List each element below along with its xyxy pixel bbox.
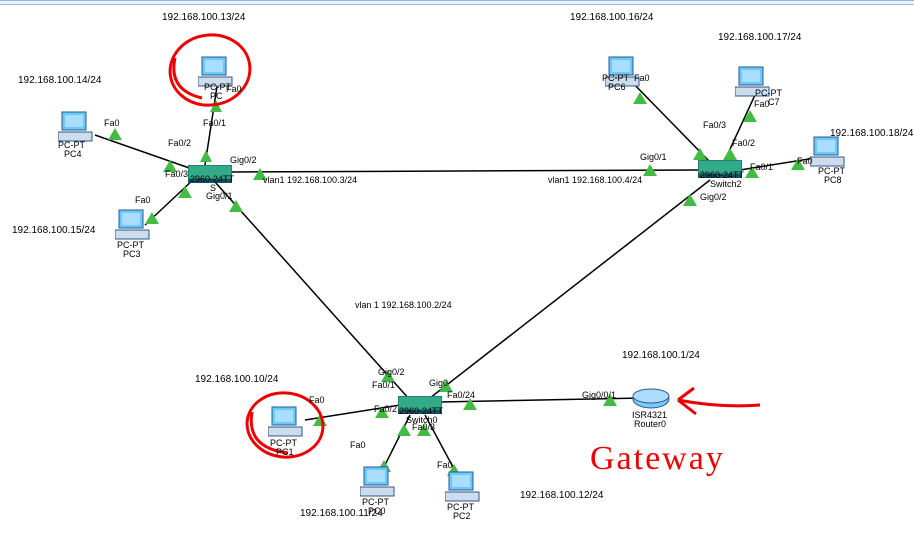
ip-pc3: 192.168.100.15/24 [12,225,95,236]
port-sw0-fa01: Fa0/1 [372,380,395,390]
name-pc3: PC3 [123,249,141,259]
port-sw0-fa024: Fa0/24 [447,390,475,400]
name-pc8: PC8 [824,175,842,185]
ip-pc-top: 192.168.100.13/24 [162,12,245,23]
ip-pc2: 192.168.100.12/24 [520,490,603,501]
ip-pc1: 192.168.100.10/24 [195,374,278,385]
port-pc6-fa0: Fa0 [634,73,650,83]
port-pc8-fa0: Fa0 [797,156,813,166]
port-pc3-fa0: Fa0 [135,195,151,205]
vlan-sw2: vlan1 192.168.100.4/24 [548,175,642,185]
port-sw2-fa02: Fa0/2 [732,138,755,148]
pc-icon-pc1[interactable] [268,405,304,439]
name-c7: C7 [768,97,780,107]
port-s-gig02: Gig0/2 [230,155,257,165]
name-pc6: PC6 [608,82,626,92]
port-s-gig01: Gig0/1 [206,191,233,201]
network-diagram-canvas: 192.168.100.13/24 192.168.100.14/24 192.… [0,0,914,536]
ip-c7: 192.168.100.17/24 [718,32,801,43]
port-sw0-fa03: Fa0/3 [412,422,435,432]
ip-pc6: 192.168.100.16/24 [570,12,653,23]
top-border [0,0,914,5]
pc-icon-pc4[interactable] [58,110,94,144]
name-router: Router0 [634,419,666,429]
port-pc0-fa0: Fa0 [350,440,366,450]
port-s-fa02: Fa0/2 [168,138,191,148]
port-router-gig001: Gig0/0/1 [582,390,616,400]
pc-icon-pc8[interactable] [810,135,846,169]
port-sw2-gig01: Gig0/1 [640,152,667,162]
link-layer [0,0,914,536]
port-c7-fa0: Fa0 [754,99,770,109]
port-sw2-fa03: Fa0/3 [703,120,726,130]
port-pc2-fa0: Fa0 [437,460,453,470]
port-s-fa01: Fa0/1 [203,118,226,128]
port-pc1-fa0: Fa0 [309,395,325,405]
pc-icon-pc3[interactable] [115,208,151,242]
port-s-fa03: Fa0/3 [165,169,188,179]
name-pc0: PC0 [368,506,386,516]
name-sw2: Switch2 [710,179,742,189]
router-icon-router0[interactable] [632,388,670,408]
pc-icon-pc0[interactable] [360,465,396,499]
ip-pc8: 192.168.100.18/24 [830,128,913,139]
name-pc4: PC4 [64,149,82,159]
port-sw2-gig02: Gig0/2 [700,192,727,202]
vlan-s: vlan1 192.168.100.3/24 [263,175,357,185]
port-sw0-gig0: Gig0 [429,378,448,388]
pc-icon-pc2[interactable] [445,470,481,504]
name-pc2: PC2 [453,511,471,521]
name-pc1: PC1 [276,447,294,457]
vlan-sw0: vlan 1 192.168.100.2/24 [355,300,452,310]
name-pc-top: PC [210,91,223,101]
port-sw0-gig02: Gig0/2 [378,367,405,377]
port-sw2-fa01: Fa0/1 [750,162,773,172]
port-pc4-fa0: Fa0 [104,118,120,128]
ip-router: 192.168.100.1/24 [622,350,700,361]
annotation-gateway: Gateway [590,440,725,478]
ip-pc4: 192.168.100.14/24 [18,75,101,86]
port-sw0-fa02: Fa0/2 [374,404,397,414]
port-top-fa0: Fa0 [226,84,242,94]
